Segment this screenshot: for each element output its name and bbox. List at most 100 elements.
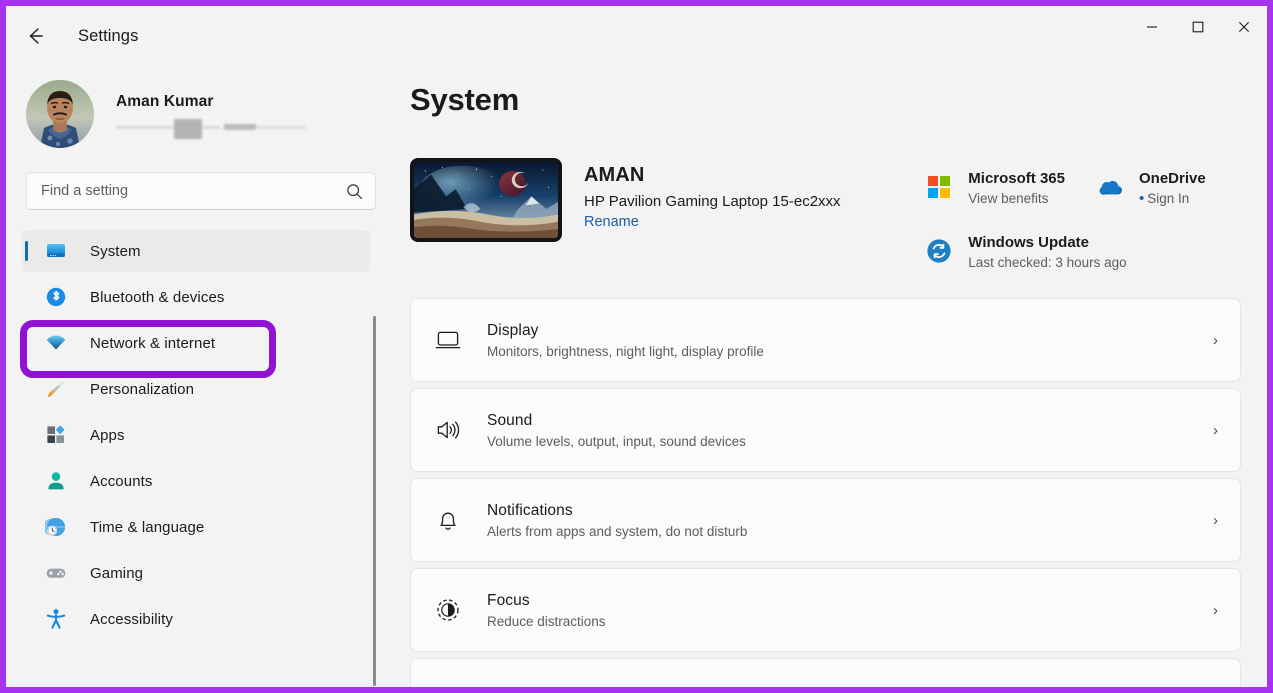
settings-card-subtitle: Alerts from apps and system, do not dist… <box>487 523 748 539</box>
status-tile-text: Microsoft 365 View benefits <box>968 170 1065 206</box>
minimize-icon <box>1147 26 1157 28</box>
selection-indicator <box>25 241 28 261</box>
settings-card-partial[interactable] <box>410 658 1241 687</box>
device-name: AMAN <box>584 164 645 186</box>
gamepad-icon <box>44 561 68 585</box>
display-monitor-icon <box>433 325 463 355</box>
device-summary: AMAN HP Pavilion Gaming Laptop 15-ec2xxx… <box>410 158 1267 274</box>
settings-card-title: Sound <box>487 411 533 429</box>
chevron-right-icon[interactable]: › <box>1213 512 1222 529</box>
settings-card-subtitle: Monitors, brightness, night light, displ… <box>487 343 764 359</box>
status-tile-title: OneDrive <box>1139 170 1206 187</box>
sidebar-item-label: System <box>90 242 141 260</box>
speaker-icon <box>433 415 463 445</box>
status-tile-onedrive[interactable]: OneDrive • Sign In <box>1089 166 1239 210</box>
wifi-icon <box>44 331 68 355</box>
settings-card-sound[interactable]: Sound Volume levels, output, input, soun… <box>410 388 1241 472</box>
sidebar-item-personalization[interactable]: Personalization <box>22 368 370 410</box>
bell-icon <box>433 505 463 535</box>
status-tile-title: Microsoft 365 <box>968 170 1065 187</box>
bluetooth-icon <box>44 285 68 309</box>
settings-card-text: Display Monitors, brightness, night ligh… <box>487 322 1213 359</box>
avatar <box>26 80 94 148</box>
sidebar-item-label: Personalization <box>90 380 195 398</box>
settings-card-text: Focus Reduce distractions <box>487 592 1213 629</box>
rename-link[interactable]: Rename <box>584 214 639 230</box>
device-info: AMAN HP Pavilion Gaming Laptop 15-ec2xxx… <box>584 158 841 231</box>
sidebar-item-gaming[interactable]: Gaming <box>22 552 370 594</box>
settings-card-focus[interactable]: Focus Reduce distractions › <box>410 568 1241 652</box>
accessibility-icon <box>44 607 68 631</box>
sidebar-nav-list: System Bluetooth & devices Network & int… <box>12 226 388 656</box>
window-controls <box>1129 6 1267 48</box>
search-icon[interactable] <box>346 183 363 200</box>
chevron-right-icon[interactable]: › <box>1213 332 1222 349</box>
sidebar: Aman Kumar Find a setting System Bluetoo… <box>6 66 388 687</box>
status-tile-subtitle: View benefits <box>968 191 1049 206</box>
settings-card-title: Notifications <box>487 501 573 519</box>
user-avatar-icon <box>26 80 94 148</box>
sidebar-item-label: Gaming <box>90 564 144 582</box>
settings-card-subtitle: Volume levels, output, input, sound devi… <box>487 433 746 449</box>
settings-card-subtitle: Reduce distractions <box>487 613 606 629</box>
sidebar-item-label: Accounts <box>90 472 153 490</box>
chevron-right-icon[interactable]: › <box>1213 422 1222 439</box>
settings-card-title: Focus <box>487 591 530 609</box>
profile-email-redacted <box>116 115 306 139</box>
chevron-right-icon[interactable]: › <box>1213 602 1222 619</box>
maximize-button[interactable] <box>1175 6 1221 48</box>
focus-moon-icon <box>433 595 463 625</box>
sidebar-item-time-language[interactable]: Time & language <box>22 506 370 548</box>
profile-section[interactable]: Aman Kumar <box>12 66 388 162</box>
microsoft-logo-icon <box>924 172 954 202</box>
sidebar-item-label: Accessibility <box>90 610 173 628</box>
close-button[interactable] <box>1221 6 1267 48</box>
sidebar-scrollbar[interactable] <box>373 316 376 686</box>
globe-clock-icon <box>44 515 68 539</box>
desktop-wallpaper-thumbnail <box>410 158 562 242</box>
settings-card-text: Notifications Alerts from apps and syste… <box>487 502 1213 539</box>
windows-update-sync-icon <box>924 236 954 266</box>
status-tile-subtitle: Last checked: 3 hours ago <box>968 255 1127 270</box>
status-tile-text: Windows Update Last checked: 3 hours ago <box>968 234 1126 270</box>
status-dot-icon: • <box>1139 190 1145 207</box>
sidebar-item-label: Apps <box>90 426 125 444</box>
settings-card-notifications[interactable]: Notifications Alerts from apps and syste… <box>410 478 1241 562</box>
system-monitor-icon <box>44 239 68 263</box>
onedrive-cloud-icon <box>1095 172 1125 202</box>
search-box[interactable] <box>26 172 376 210</box>
sidebar-item-apps[interactable]: Apps <box>22 414 370 456</box>
sidebar-item-system[interactable]: System <box>22 230 370 272</box>
profile-text: Aman Kumar <box>116 93 306 139</box>
page-title: System <box>410 82 520 117</box>
sidebar-item-label: Bluetooth & devices <box>90 288 225 306</box>
settings-card-text: Sound Volume levels, output, input, soun… <box>487 412 1213 449</box>
status-tile-title: Windows Update <box>968 234 1089 251</box>
settings-card-title: Display <box>487 321 539 339</box>
status-tiles: Microsoft 365 View benefits OneDrive • S… <box>918 158 1239 274</box>
status-tile-text: OneDrive • Sign In <box>1139 170 1206 206</box>
status-tile-microsoft-365[interactable]: Microsoft 365 View benefits <box>918 166 1071 210</box>
profile-name: Aman Kumar <box>116 93 214 110</box>
app-title: Settings <box>78 26 139 45</box>
sidebar-item-bluetooth-devices[interactable]: Bluetooth & devices <box>22 276 370 318</box>
settings-card-display[interactable]: Display Monitors, brightness, night ligh… <box>410 298 1241 382</box>
sidebar-item-accessibility[interactable]: Accessibility <box>22 598 370 640</box>
back-button[interactable] <box>16 17 54 55</box>
back-arrow-icon <box>29 28 43 44</box>
settings-card-list: Display Monitors, brightness, night ligh… <box>410 298 1267 687</box>
sidebar-item-accounts[interactable]: Accounts <box>22 460 370 502</box>
title-bar: Settings <box>6 6 1267 66</box>
search-input[interactable] <box>41 183 346 199</box>
maximize-icon <box>1192 21 1204 33</box>
close-icon <box>1239 22 1249 32</box>
sidebar-item-network-internet[interactable]: Network & internet <box>22 322 370 364</box>
minimize-button[interactable] <box>1129 6 1175 48</box>
status-tile-windows-update[interactable]: Windows Update Last checked: 3 hours ago <box>918 230 1239 274</box>
main-content: System AMAN HP Pavilion Gaming Laptop 15… <box>388 66 1267 687</box>
settings-window: Settings Aman Kumar Find a setting Syste… <box>0 0 1273 693</box>
sidebar-item-label: Time & language <box>90 518 205 536</box>
paintbrush-icon <box>44 377 68 401</box>
person-icon <box>44 469 68 493</box>
sidebar-item-label: Network & internet <box>90 334 216 352</box>
